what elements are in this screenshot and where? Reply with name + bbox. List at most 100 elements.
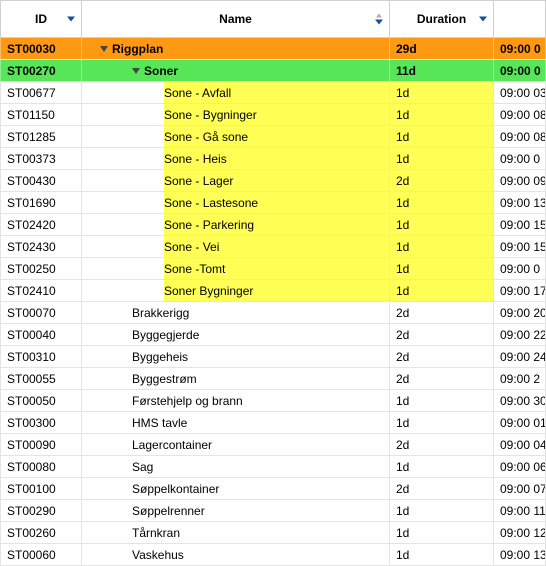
cell-extra[interactable]: 09:00 0 [494, 60, 546, 81]
cell-extra[interactable]: 09:00 03 [494, 82, 546, 103]
cell-name[interactable]: Sag [82, 456, 390, 477]
cell-duration[interactable]: 2d [390, 170, 494, 191]
cell-duration[interactable]: 2d [390, 434, 494, 455]
cell-name[interactable]: Lagercontainer [82, 434, 390, 455]
cell-duration[interactable]: 2d [390, 346, 494, 367]
header-extra[interactable] [494, 1, 546, 37]
table-row[interactable]: ST01690Sone - Lastesone1d09:00 13 [0, 192, 546, 214]
cell-id[interactable]: ST00070 [0, 302, 82, 323]
table-row[interactable]: ST00290Søppelrenner1d09:00 11 [0, 500, 546, 522]
table-row[interactable]: ST00040Byggegjerde2d09:00 22 [0, 324, 546, 346]
table-row[interactable]: ST00050Førstehjelp og brann1d09:00 30 [0, 390, 546, 412]
cell-id[interactable]: ST02410 [0, 280, 82, 301]
cell-id[interactable]: ST00050 [0, 390, 82, 411]
cell-name[interactable]: Brakkerigg [82, 302, 390, 323]
table-row[interactable]: ST01285Sone - Gå sone1d09:00 08 [0, 126, 546, 148]
dropdown-icon[interactable] [67, 17, 75, 22]
cell-name[interactable]: Sone - Heis [82, 148, 390, 169]
cell-name[interactable]: Sone - Vei [82, 236, 390, 257]
cell-duration[interactable]: 1d [390, 412, 494, 433]
table-row[interactable]: ST00100Søppelkontainer2d09:00 07 [0, 478, 546, 500]
cell-id[interactable]: ST00290 [0, 500, 82, 521]
cell-extra[interactable]: 09:00 12 [494, 522, 546, 543]
cell-id[interactable]: ST00677 [0, 82, 82, 103]
cell-id[interactable]: ST00373 [0, 148, 82, 169]
expander-icon[interactable] [132, 68, 140, 74]
cell-extra[interactable]: 09:00 22 [494, 324, 546, 345]
table-row[interactable]: ST02420Sone - Parkering1d09:00 15 [0, 214, 546, 236]
cell-duration[interactable]: 2d [390, 368, 494, 389]
cell-id[interactable]: ST00090 [0, 434, 82, 455]
table-row[interactable]: ST00300HMS tavle1d09:00 01 [0, 412, 546, 434]
cell-extra[interactable]: 09:00 08 [494, 126, 546, 147]
table-row[interactable]: ST00677Sone - Avfall1d09:00 03 [0, 82, 546, 104]
cell-extra[interactable]: 09:00 09 [494, 170, 546, 191]
cell-id[interactable]: ST01150 [0, 104, 82, 125]
cell-extra[interactable]: 09:00 20 [494, 302, 546, 323]
table-row[interactable]: ST02410Soner Bygninger1d09:00 17 [0, 280, 546, 302]
cell-name[interactable]: Sone - Lastesone [82, 192, 390, 213]
header-name[interactable]: Name [82, 1, 390, 37]
cell-extra[interactable]: 09:00 30 [494, 390, 546, 411]
cell-extra[interactable]: 09:00 0 [494, 258, 546, 279]
cell-extra[interactable]: 09:00 17 [494, 280, 546, 301]
cell-extra[interactable]: 09:00 0 [494, 38, 546, 59]
cell-duration[interactable]: 1d [390, 390, 494, 411]
cell-extra[interactable]: 09:00 04 [494, 434, 546, 455]
table-row[interactable]: ST00250Sone -Tomt1d09:00 0 [0, 258, 546, 280]
cell-id[interactable]: ST01285 [0, 126, 82, 147]
table-row[interactable]: ST00090Lagercontainer2d09:00 04 [0, 434, 546, 456]
cell-name[interactable]: Soner [82, 60, 390, 81]
cell-extra[interactable]: 09:00 15 [494, 236, 546, 257]
cell-name[interactable]: Førstehjelp og brann [82, 390, 390, 411]
cell-duration[interactable]: 1d [390, 236, 494, 257]
cell-name[interactable]: Riggplan [82, 38, 390, 59]
table-row[interactable]: ST00373Sone - Heis1d09:00 0 [0, 148, 546, 170]
cell-extra[interactable]: 09:00 11 [494, 500, 546, 521]
table-row[interactable]: ST00030Riggplan29d09:00 0 [0, 38, 546, 60]
cell-name[interactable]: Soner Bygninger [82, 280, 390, 301]
cell-name[interactable]: Sone - Lager [82, 170, 390, 191]
cell-name[interactable]: Vaskehus [82, 544, 390, 565]
table-row[interactable]: ST00070Brakkerigg2d09:00 20 [0, 302, 546, 324]
table-row[interactable]: ST00055Byggestrøm2d09:00 2 [0, 368, 546, 390]
cell-extra[interactable]: 09:00 07 [494, 478, 546, 499]
table-row[interactable]: ST00270Soner11d09:00 0 [0, 60, 546, 82]
cell-id[interactable]: ST00260 [0, 522, 82, 543]
cell-extra[interactable]: 09:00 2 [494, 368, 546, 389]
table-row[interactable]: ST01150Sone - Bygninger1d09:00 08 [0, 104, 546, 126]
cell-id[interactable]: ST00060 [0, 544, 82, 565]
table-row[interactable]: ST00310Byggeheis2d09:00 24 [0, 346, 546, 368]
header-duration[interactable]: Duration [390, 1, 494, 37]
cell-duration[interactable]: 1d [390, 192, 494, 213]
cell-duration[interactable]: 1d [390, 258, 494, 279]
cell-id[interactable]: ST00080 [0, 456, 82, 477]
cell-duration[interactable]: 1d [390, 82, 494, 103]
table-row[interactable]: ST02430Sone - Vei1d09:00 15 [0, 236, 546, 258]
cell-name[interactable]: Sone - Avfall [82, 82, 390, 103]
cell-name[interactable]: Tårnkran [82, 522, 390, 543]
cell-id[interactable]: ST00100 [0, 478, 82, 499]
cell-extra[interactable]: 09:00 24 [494, 346, 546, 367]
cell-extra[interactable]: 09:00 01 [494, 412, 546, 433]
cell-duration[interactable]: 1d [390, 148, 494, 169]
cell-name[interactable]: Byggegjerde [82, 324, 390, 345]
cell-id[interactable]: ST02420 [0, 214, 82, 235]
table-row[interactable]: ST00060Vaskehus1d09:00 13 [0, 544, 546, 566]
cell-id[interactable]: ST00270 [0, 60, 82, 81]
sort-icon[interactable] [375, 14, 383, 25]
cell-id[interactable]: ST01690 [0, 192, 82, 213]
cell-extra[interactable]: 09:00 0 [494, 148, 546, 169]
cell-name[interactable]: Søppelkontainer [82, 478, 390, 499]
cell-duration[interactable]: 1d [390, 522, 494, 543]
cell-id[interactable]: ST00055 [0, 368, 82, 389]
cell-name[interactable]: Sone - Bygninger [82, 104, 390, 125]
cell-duration[interactable]: 1d [390, 126, 494, 147]
cell-duration[interactable]: 29d [390, 38, 494, 59]
cell-duration[interactable]: 1d [390, 104, 494, 125]
cell-name[interactable]: Sone - Gå sone [82, 126, 390, 147]
cell-id[interactable]: ST00250 [0, 258, 82, 279]
cell-extra[interactable]: 09:00 15 [494, 214, 546, 235]
cell-extra[interactable]: 09:00 06 [494, 456, 546, 477]
cell-duration[interactable]: 1d [390, 544, 494, 565]
